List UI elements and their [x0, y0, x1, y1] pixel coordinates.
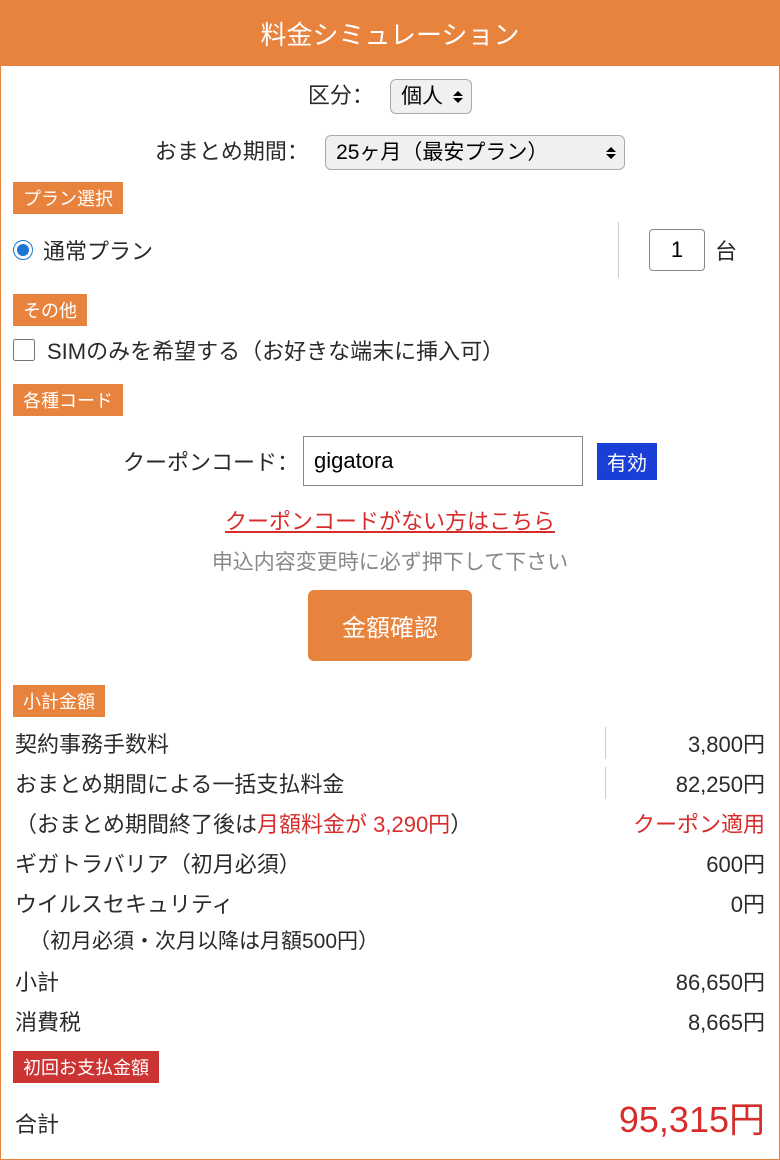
coupon-row: クーポンコード： 有効: [1, 418, 779, 494]
cost-table: 契約事務手数料 3,800円 おまとめ期間による一括支払料金 82,250円 （…: [1, 719, 779, 1041]
admin-fee-value: 3,800円: [605, 727, 765, 759]
coupon-valid-badge: 有効: [597, 443, 657, 480]
simulation-panel: 料金シミュレーション 区分： 個人 おまとめ期間： 25ヶ月（最安プラン） プラ…: [0, 0, 780, 1160]
subtotal-value: 86,650円: [605, 965, 765, 997]
quantity-unit: 台: [715, 234, 737, 266]
category-row: 区分： 個人: [1, 66, 779, 122]
period-label: おまとめ期間：: [155, 139, 309, 164]
sim-only-label: SIMのみを希望する（お好きな端末に挿入可）: [47, 334, 504, 366]
total-value: 95,315円: [619, 1091, 765, 1143]
period-select[interactable]: 25ヶ月（最安プラン）: [325, 135, 625, 170]
coupon-help-link[interactable]: クーポンコードがない方はこちら: [225, 509, 555, 534]
section-tag-plan: プラン選択: [13, 182, 123, 214]
category-select[interactable]: 個人: [390, 79, 472, 114]
quantity-input[interactable]: [649, 229, 705, 271]
virus-label: ウイルスセキュリティ: [15, 887, 605, 919]
category-label: 区分：: [308, 83, 374, 108]
coupon-label: クーポンコード：: [123, 445, 299, 477]
section-tag-subtotal: 小計金額: [13, 685, 105, 717]
section-tag-other: その他: [13, 294, 87, 326]
tax-label: 消費税: [15, 1005, 605, 1037]
plan-normal-radio[interactable]: [13, 240, 33, 260]
sim-only-row: SIMのみを希望する（お好きな端末に挿入可）: [1, 328, 779, 380]
coupon-applied-text: クーポン適用: [605, 807, 765, 839]
plan-normal-label: 通常プラン: [43, 234, 153, 266]
period-row: おまとめ期間： 25ヶ月（最安プラン）: [1, 122, 779, 178]
barrier-label: ギガトラバリア（初月必須）: [15, 847, 605, 879]
admin-fee-label: 契約事務手数料: [15, 727, 605, 759]
tax-value: 8,665円: [605, 1005, 765, 1037]
barrier-value: 600円: [605, 847, 765, 879]
sim-only-checkbox[interactable]: [13, 339, 35, 361]
coupon-input[interactable]: [303, 436, 583, 486]
total-row: 合計 95,315円: [1, 1085, 779, 1159]
vertical-divider: [618, 222, 619, 278]
lump-sum-label: おまとめ期間による一括支払料金: [15, 767, 605, 799]
plan-row: 通常プラン 台: [1, 216, 779, 290]
total-label: 合計: [15, 1107, 59, 1139]
lump-sum-value: 82,250円: [605, 767, 765, 799]
section-tag-first-payment: 初回お支払金額: [13, 1051, 159, 1083]
section-tag-codes: 各種コード: [13, 384, 123, 416]
virus-value: 0円: [605, 887, 765, 919]
confirm-note: 申込内容変更時に必ず押下して下さい: [1, 540, 779, 590]
confirm-amount-button[interactable]: 金額確認: [308, 590, 472, 661]
post-period-note: （おまとめ期間終了後は月額料金が 3,290円）: [15, 807, 605, 839]
virus-note: （初月必須・次月以降は月額500円）: [15, 923, 765, 961]
page-title: 料金シミュレーション: [1, 1, 779, 66]
coupon-link-row: クーポンコードがない方はこちら: [1, 494, 779, 540]
subtotal-label: 小計: [15, 965, 605, 997]
